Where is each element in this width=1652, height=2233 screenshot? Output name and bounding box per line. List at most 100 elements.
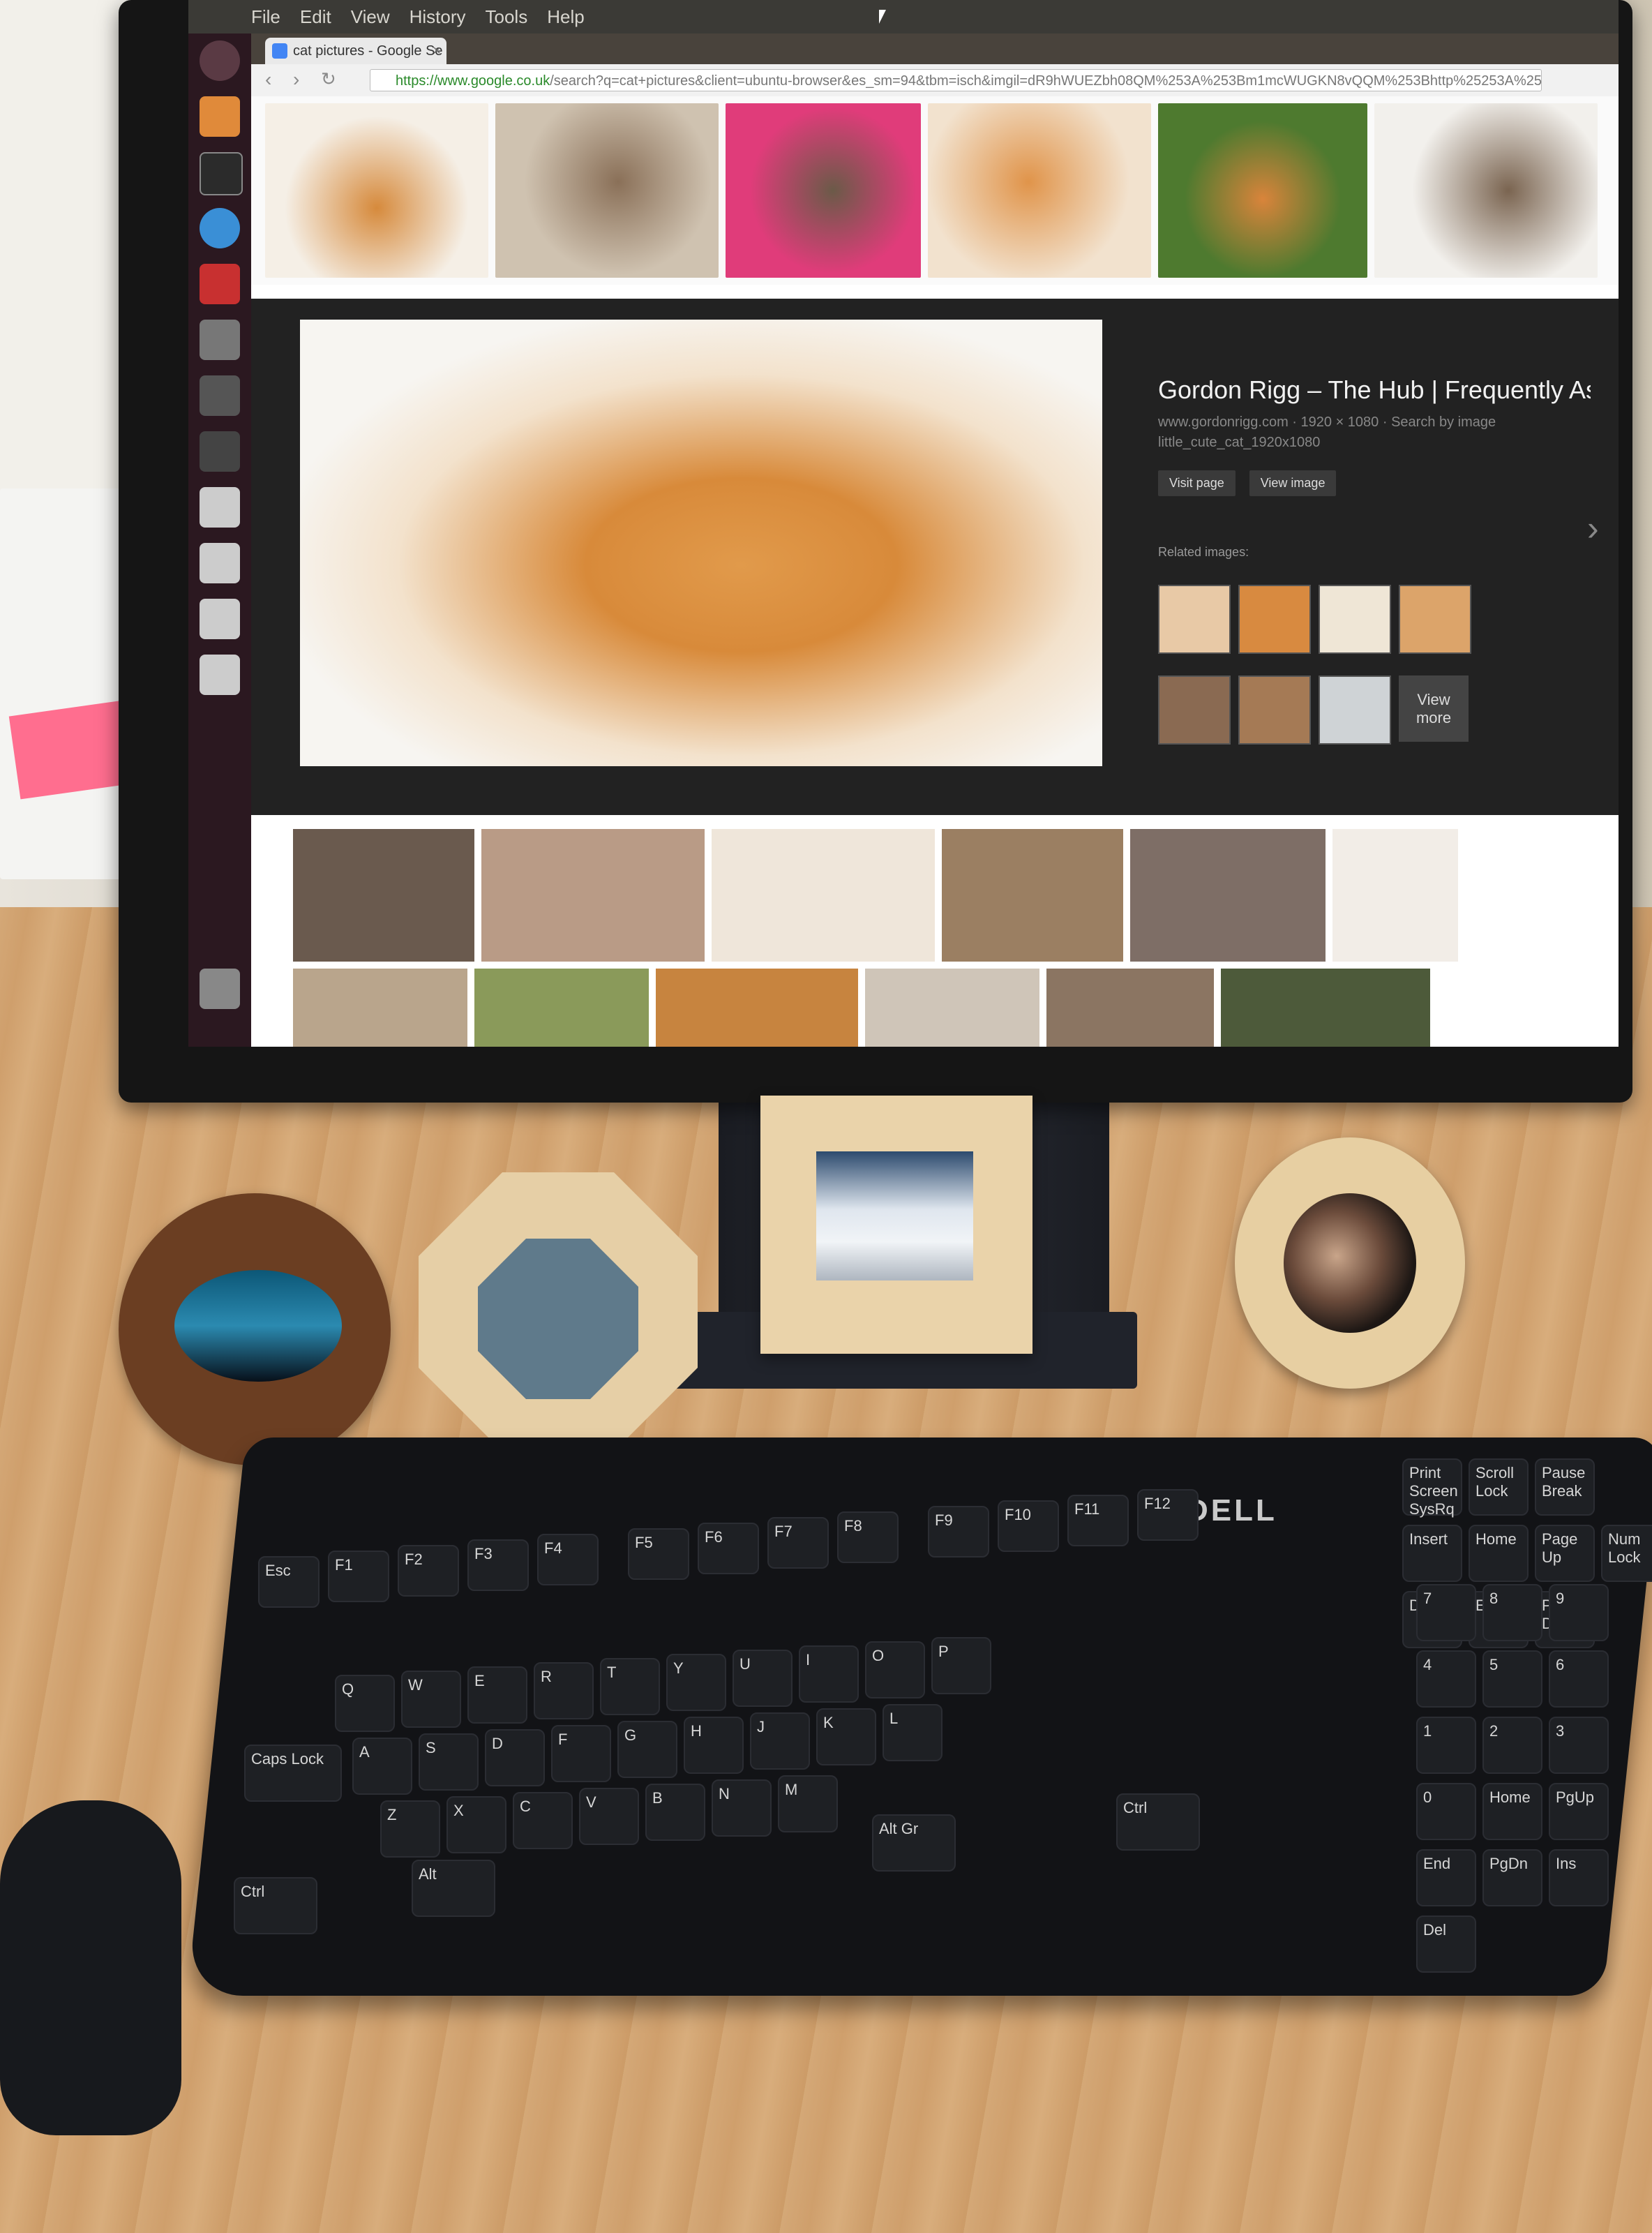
menu-file[interactable]: File — [251, 6, 280, 28]
calculator-icon[interactable] — [200, 320, 240, 360]
key-numpad-pgdn[interactable]: PgDn — [1482, 1849, 1542, 1906]
key-c[interactable]: C — [513, 1792, 573, 1849]
key-scroll-lock[interactable]: Scroll Lock — [1469, 1458, 1529, 1516]
view-image-button[interactable]: View image — [1249, 470, 1337, 496]
files-icon[interactable] — [200, 96, 240, 137]
related-thumbnail[interactable] — [1158, 585, 1231, 654]
key-f5[interactable]: F5 — [628, 1528, 689, 1580]
key-f3[interactable]: F3 — [467, 1539, 529, 1591]
key-home[interactable]: Home — [1469, 1525, 1529, 1582]
result-image[interactable] — [481, 829, 705, 962]
key-print-screen-sysrq[interactable]: Print Screen SysRq — [1402, 1458, 1462, 1518]
result-thumbnail[interactable] — [495, 103, 719, 278]
drive-icon[interactable] — [200, 655, 240, 695]
result-image[interactable] — [712, 829, 935, 962]
preview-title[interactable]: Gordon Rigg – The Hub | Frequently Asked… — [1158, 375, 1591, 405]
related-thumbnail[interactable] — [1158, 675, 1231, 745]
related-thumbnail[interactable] — [1319, 675, 1391, 745]
key-k[interactable]: K — [816, 1708, 876, 1765]
key-t[interactable]: T — [600, 1658, 660, 1715]
result-image[interactable] — [656, 969, 858, 1047]
menu-tools[interactable]: Tools — [486, 6, 528, 28]
view-more-button[interactable]: View more — [1399, 675, 1469, 742]
key-f10[interactable]: F10 — [998, 1500, 1059, 1552]
menu-edit[interactable]: Edit — [300, 6, 331, 28]
key-numpad-1[interactable]: 1 — [1416, 1717, 1476, 1774]
drive-icon[interactable] — [200, 543, 240, 583]
key-numpad-end[interactable]: End — [1416, 1849, 1476, 1906]
key-insert[interactable]: Insert — [1402, 1525, 1462, 1582]
key-a[interactable]: A — [352, 1738, 412, 1795]
ubuntu-logo-icon[interactable] — [200, 40, 240, 81]
menu-history[interactable]: History — [410, 6, 466, 28]
key-y[interactable]: Y — [666, 1654, 726, 1711]
result-thumbnail[interactable] — [726, 103, 921, 278]
tab-cat-pictures[interactable]: cat pictures - Google Se × — [265, 38, 446, 64]
key-alt-gr[interactable]: Alt Gr — [872, 1814, 956, 1872]
key-numpad-pgup[interactable]: PgUp — [1549, 1783, 1609, 1840]
result-image[interactable] — [1332, 829, 1458, 962]
key-j[interactable]: J — [750, 1712, 810, 1770]
key-numpad-5[interactable]: 5 — [1482, 1650, 1542, 1708]
key-f9[interactable]: F9 — [928, 1506, 989, 1558]
url-input[interactable]: https://www.google.co.uk/search?q=cat+pi… — [370, 69, 1542, 91]
workspace-icon[interactable] — [200, 431, 240, 472]
forward-arrow-icon[interactable]: › — [293, 68, 299, 91]
key-z[interactable]: Z — [380, 1800, 440, 1858]
menu-help[interactable]: Help — [547, 6, 584, 28]
key-num-lock[interactable]: Num Lock — [1601, 1525, 1652, 1582]
terminal-icon[interactable] — [200, 152, 243, 195]
result-image[interactable] — [942, 829, 1123, 962]
key-h[interactable]: H — [684, 1717, 744, 1774]
back-arrow-icon[interactable]: ‹ — [265, 68, 271, 91]
key-f1[interactable]: F1 — [328, 1551, 389, 1602]
result-image[interactable] — [865, 969, 1039, 1047]
key-r[interactable]: R — [534, 1662, 594, 1719]
result-image[interactable] — [1221, 969, 1430, 1047]
key-l[interactable]: L — [883, 1704, 943, 1761]
key-f7[interactable]: F7 — [767, 1517, 829, 1569]
key-pause-break[interactable]: Pause Break — [1535, 1458, 1595, 1516]
key-caps-lock[interactable]: Caps Lock — [244, 1745, 342, 1802]
key-numpad-6[interactable]: 6 — [1549, 1650, 1609, 1708]
result-image[interactable] — [1046, 969, 1214, 1047]
key-f6[interactable]: F6 — [698, 1523, 759, 1574]
key-numpad-3[interactable]: 3 — [1549, 1717, 1609, 1774]
update-icon[interactable] — [200, 375, 240, 416]
app-icon[interactable] — [200, 264, 240, 304]
key-n[interactable]: N — [712, 1779, 772, 1837]
key-numpad-9[interactable]: 9 — [1549, 1584, 1609, 1641]
key-f11[interactable]: F11 — [1067, 1495, 1129, 1546]
tab-close-icon[interactable]: × — [433, 38, 441, 64]
result-image[interactable] — [474, 969, 649, 1047]
key-v[interactable]: V — [579, 1788, 639, 1845]
key-numpad-ins[interactable]: Ins — [1549, 1849, 1609, 1906]
key-esc[interactable]: Esc — [258, 1556, 320, 1608]
trash-icon[interactable] — [200, 969, 240, 1009]
key-page-up[interactable]: Page Up — [1535, 1525, 1595, 1582]
key-i[interactable]: I — [799, 1645, 859, 1703]
key-d[interactable]: D — [485, 1729, 545, 1786]
related-thumbnail[interactable] — [1238, 675, 1311, 745]
result-thumbnail[interactable] — [928, 103, 1151, 278]
key-p[interactable]: P — [931, 1637, 991, 1694]
key-b[interactable]: B — [645, 1784, 705, 1841]
drive-icon[interactable] — [200, 487, 240, 528]
reload-icon[interactable]: ↻ — [321, 68, 336, 90]
related-thumbnail[interactable] — [1238, 585, 1311, 654]
browser-icon[interactable] — [200, 208, 240, 248]
key-u[interactable]: U — [733, 1650, 793, 1707]
key-g[interactable]: G — [617, 1721, 677, 1778]
key-ctrl[interactable]: Ctrl — [234, 1877, 317, 1934]
preview-kitten-image[interactable] — [300, 320, 1102, 766]
key-x[interactable]: X — [446, 1796, 506, 1853]
key-numpad-home[interactable]: Home — [1482, 1783, 1542, 1840]
related-thumbnail[interactable] — [1399, 585, 1471, 654]
key-f12[interactable]: F12 — [1137, 1489, 1199, 1541]
key-numpad-0[interactable]: 0 — [1416, 1783, 1476, 1840]
result-image[interactable] — [1130, 829, 1326, 962]
menu-view[interactable]: View — [351, 6, 390, 28]
key-numpad-4[interactable]: 4 — [1416, 1650, 1476, 1708]
key-alt[interactable]: Alt — [412, 1860, 495, 1917]
key-f4[interactable]: F4 — [537, 1534, 599, 1585]
